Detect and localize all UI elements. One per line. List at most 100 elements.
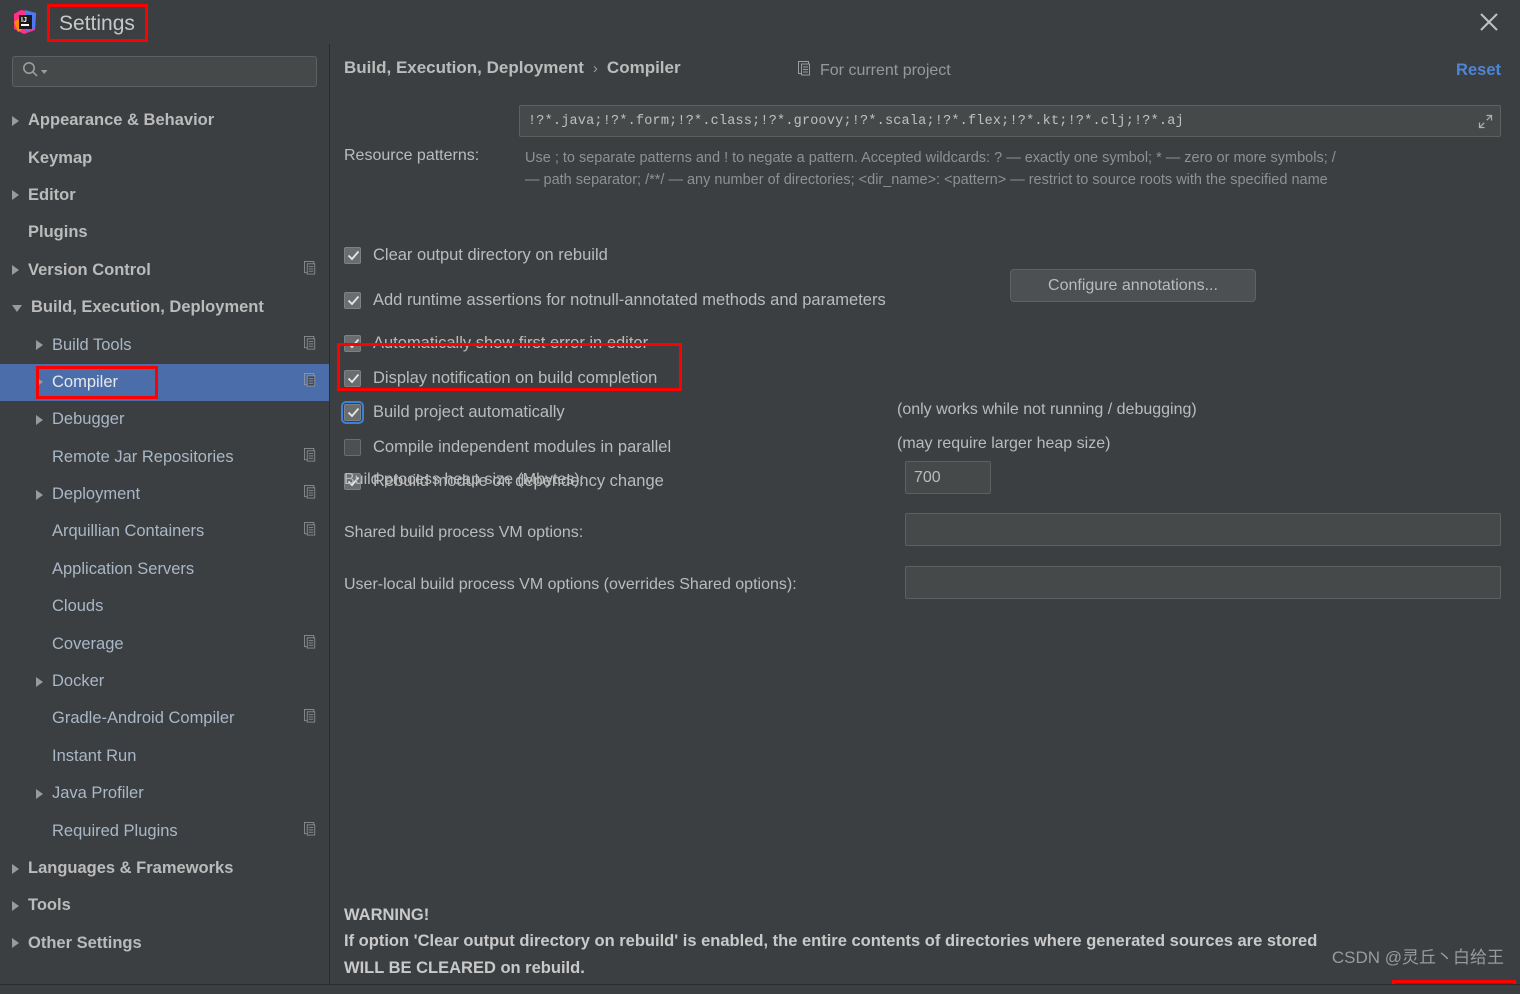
checkbox-label: Build project automatically (373, 403, 565, 421)
chevron-right-icon[interactable] (12, 900, 19, 911)
copy-settings-icon (304, 260, 318, 280)
chevron-right-icon[interactable] (12, 190, 19, 201)
sidebar-item-tools[interactable]: Tools (0, 887, 329, 924)
chevron-right-icon[interactable] (36, 414, 43, 425)
checkbox-automatically-show-first-error-in-editor[interactable] (344, 335, 361, 352)
sidebar-item-label: Deployment (52, 485, 141, 504)
sidebar-item-application-servers[interactable]: Application Servers (0, 551, 329, 588)
checkbox-label: Clear output directory on rebuild (373, 246, 608, 264)
sidebar-item-build-execution-deployment[interactable]: Build, Execution, Deployment (0, 289, 329, 326)
copy-settings-icon (304, 522, 318, 541)
chevron-right-icon[interactable] (12, 265, 19, 276)
chevron-right-icon[interactable] (12, 863, 19, 874)
sidebar-item-deployment[interactable]: Deployment (0, 476, 329, 513)
resource-patterns-value: !?*.java;!?*.form;!?*.class;!?*.groovy;!… (528, 113, 1184, 129)
search-input[interactable] (55, 63, 305, 80)
checkbox-compile-independent-modules-in-parallel[interactable] (344, 439, 361, 456)
copy-settings-icon (304, 335, 318, 355)
breadcrumb-parent[interactable]: Build, Execution, Deployment (344, 58, 584, 78)
dialog-footer (0, 984, 1520, 994)
sidebar-item-keymap[interactable]: Keymap (0, 139, 329, 176)
sidebar-item-label: Appearance & Behavior (28, 111, 215, 130)
sidebar-item-gradle-android-compiler[interactable]: Gradle-Android Compiler (0, 700, 329, 737)
sidebar-item-arquillian-containers[interactable]: Arquillian Containers (0, 513, 329, 550)
expand-icon[interactable] (1478, 114, 1493, 134)
sidebar-item-docker[interactable]: Docker (0, 663, 329, 700)
resource-patterns-hint: Use ; to separate patterns and ! to nega… (525, 147, 1505, 192)
checkbox-row-build-project-automatically[interactable]: Build project automatically (341, 401, 565, 424)
checkbox-display-notification-on-build-completion[interactable] (344, 370, 361, 387)
shared-vm-options-field[interactable] (905, 513, 1501, 546)
chevron-right-icon[interactable] (12, 938, 19, 949)
sidebar-item-instant-run[interactable]: Instant Run (0, 738, 329, 775)
sidebar-item-label: Compiler (52, 372, 119, 391)
copy-settings-icon (304, 447, 318, 467)
checkbox-label: Add runtime assertions for notnull-annot… (373, 291, 886, 309)
for-current-project[interactable]: For current project (798, 61, 951, 81)
checkbox-add-runtime-assertions-for-notnull-annotated-methods-and-parameters[interactable] (344, 292, 361, 309)
sidebar-item-debugger[interactable]: Debugger (0, 401, 329, 438)
sidebar-item-clouds[interactable]: Clouds (0, 588, 329, 625)
copy-settings-icon (798, 61, 813, 81)
sidebar-item-appearance-behavior[interactable]: Appearance & Behavior (0, 102, 329, 139)
checkbox-row-clear-output-directory-on-rebuild[interactable]: Clear output directory on rebuild (344, 246, 608, 265)
chevron-right-icon[interactable] (36, 489, 43, 500)
chevron-right-icon[interactable] (36, 377, 43, 388)
sidebar-item-languages-frameworks[interactable]: Languages & Frameworks (0, 850, 329, 887)
warning-block: WARNING! If option 'Clear output directo… (344, 902, 1494, 981)
sidebar-item-label: Plugins (28, 223, 88, 242)
chevron-down-icon[interactable] (40, 63, 49, 81)
warning-line-2: If option 'Clear output directory on reb… (344, 932, 1318, 951)
shared-vm-options-label: Shared build process VM options: (344, 524, 584, 541)
sidebar-item-editor[interactable]: Editor (0, 177, 329, 214)
sidebar-item-label: Languages & Frameworks (28, 859, 234, 877)
warning-line-3: WILL BE CLEARED on rebuild. (344, 958, 585, 977)
sidebar-item-label: Instant Run (52, 746, 137, 765)
settings-tree: Appearance & Behavior Keymap Editor Plugins… (0, 102, 329, 962)
search-box[interactable] (12, 56, 317, 87)
checkbox-row-display-notification-on-build-completion[interactable]: Display notification on build completion (344, 369, 657, 388)
sidebar-item-remote-jar-repositories[interactable]: Remote Jar Repositories (0, 439, 329, 476)
chevron-right-icon[interactable] (36, 340, 43, 351)
user-local-vm-options-label: User-local build process VM options (ove… (344, 576, 797, 593)
heap-size-field[interactable] (905, 461, 991, 494)
resource-patterns-field[interactable]: !?*.java;!?*.form;!?*.class;!?*.groovy;!… (519, 105, 1501, 137)
reset-link[interactable]: Reset (1456, 61, 1501, 80)
sidebar-item-coverage[interactable]: Coverage (0, 625, 329, 662)
sidebar-item-label: Required Plugins (52, 821, 178, 840)
checkbox-clear-output-directory-on-rebuild[interactable] (344, 247, 361, 264)
checkbox-build-project-automatically[interactable] (341, 401, 364, 424)
chevron-down-icon[interactable] (12, 305, 22, 313)
sidebar-item-label: Docker (52, 672, 105, 691)
checkbox-row-compile-independent-modules-in-parallel[interactable]: Compile independent modules in parallel (344, 438, 671, 457)
chevron-right-icon[interactable] (36, 676, 43, 687)
heap-size-input[interactable] (914, 468, 990, 487)
shared-vm-options-input[interactable] (914, 520, 1500, 539)
chevron-right-icon[interactable] (36, 788, 43, 799)
sidebar-item-label: Other Settings (28, 933, 142, 952)
chevron-right-icon[interactable] (12, 115, 19, 126)
resource-patterns-label-row: Resource patterns: (344, 147, 479, 165)
copy-settings-icon (304, 372, 318, 392)
sidebar-item-plugins[interactable]: Plugins (0, 214, 329, 251)
sidebar-item-build-tools[interactable]: Build Tools (0, 326, 329, 363)
settings-sidebar: Appearance & Behavior Keymap Editor Plugins… (0, 44, 330, 984)
sidebar-item-compiler[interactable]: Compiler (0, 363, 329, 402)
configure-annotations-button[interactable]: Configure annotations... (1010, 269, 1256, 302)
user-local-vm-options-field[interactable] (905, 566, 1501, 599)
checkbox-row-add-runtime-assertions-for-notnull-annotated-methods-and-parameters[interactable]: Add runtime assertions for notnull-annot… (344, 291, 886, 310)
close-icon[interactable] (1476, 9, 1502, 35)
user-local-vm-options-input[interactable] (914, 573, 1500, 592)
svg-text:IJ: IJ (21, 17, 27, 24)
sidebar-item-label: Tools (28, 896, 71, 915)
sidebar-item-required-plugins[interactable]: Required Plugins (0, 812, 329, 849)
sidebar-item-other-settings[interactable]: Other Settings (0, 925, 329, 962)
checkbox-row-automatically-show-first-error-in-editor[interactable]: Automatically show first error in editor (344, 334, 648, 353)
sidebar-item-version-control[interactable]: Version Control (0, 252, 329, 289)
sidebar-item-java-profiler[interactable]: Java Profiler (0, 775, 329, 812)
